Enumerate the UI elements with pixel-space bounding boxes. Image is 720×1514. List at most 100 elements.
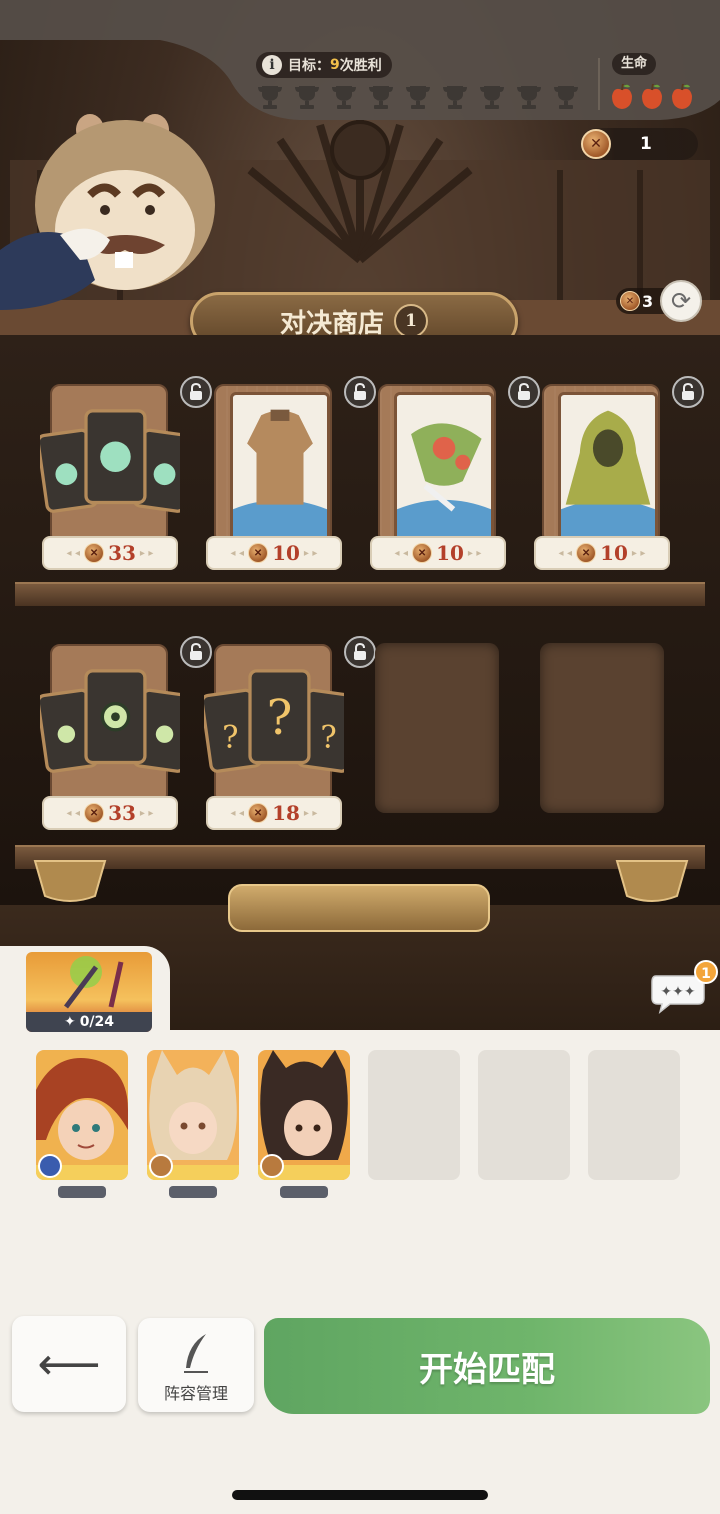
flower-bouquet-art [394,392,494,542]
life-label: 生命 [612,53,656,75]
goal-indicator: i 目标： 9 次胜利 [256,52,392,78]
shop-slot-leather-armor[interactable]: ◂ ◂ ✕ 10 ▸ ▸ [206,336,376,570]
coin-icon: ✕ [84,543,105,563]
apple-life-icon [642,83,662,109]
trophy-icon [443,86,467,109]
hero-progress-value: 0/24 [79,1014,115,1030]
price-tag[interactable]: ◂ ◂ ✕ 18 ▸ ▸ [206,796,342,830]
sword-emblem-icon [64,956,124,1009]
shop-slot-flower-bouquet[interactable]: ◂ ◂ ✕ 10 ▸ ▸ [370,336,540,570]
refresh-icon[interactable]: ⟳ [660,280,702,322]
svg-text:?: ? [320,720,336,755]
item-card[interactable] [542,384,660,544]
start-match-button[interactable]: 开始匹配 [264,1318,710,1414]
trophy-row [256,84,580,110]
class-icon [149,1154,173,1178]
price-value: 10 [436,541,464,565]
price-value: 18 [272,801,300,825]
shop-slot-leaf-cloak[interactable]: ◂ ◂ ✕ 10 ▸ ▸ [534,336,704,570]
goal-prefix: 目标： [288,58,330,74]
hero-slot-3[interactable] [258,1050,350,1180]
coin-icon: ✕ [581,129,611,159]
lock-icon[interactable] [344,636,376,668]
back-button[interactable]: ⟵ [12,1316,126,1412]
coin-icon: ✕ [576,543,597,563]
hero-slot-empty[interactable] [368,1050,460,1180]
refresh-cost-value: 3 [642,291,654,311]
price-tag[interactable]: ◂ ◂ ✕ 33 ▸ ▸ [42,536,178,570]
lock-icon[interactable] [672,376,704,408]
leather-armor-icon [233,396,327,538]
leaf-cloak-art [558,392,658,542]
price-tag[interactable]: ◂ ◂ ✕ 33 ▸ ▸ [42,796,178,830]
home-indicator[interactable] [232,1490,488,1500]
hero-level-bar [58,1186,106,1198]
price-tag[interactable]: ◂ ◂ ✕ 10 ▸ ▸ [206,536,342,570]
coin-icon: ✕ [412,543,433,563]
price-tag[interactable]: ◂ ◂ ✕ 10 ▸ ▸ [534,536,670,570]
start-match-label: 开始匹配 [419,1349,555,1390]
goal-suffix: 次胜利 [339,58,382,74]
empty-shelf-slot [540,643,664,813]
shop-slot-card-pack-eye[interactable]: ◂ ◂ ✕ 33 ▸ ▸ [40,596,212,830]
hero-slot-2[interactable] [147,1050,239,1180]
shop-slot-card-pack-mystery[interactable]: ??? ◂ ◂ ✕ 18 ▸ ▸ [204,596,376,830]
item-card[interactable] [40,384,180,544]
info-icon[interactable]: i [262,55,282,75]
trophy-icon [369,86,393,109]
coin-icon: ✕ [248,543,269,563]
leather-armor-art [230,392,330,542]
hero-level-bar [169,1186,217,1198]
shelf-board-2 [15,845,705,869]
apple-life-icon [612,83,632,109]
goal-number: 9 [330,57,340,73]
back-arrow-icon: ⟵ [37,1338,101,1390]
shop-title: 对决商店 [279,308,384,339]
refresh-control[interactable]: ✕ 3 ⟳ [616,280,706,322]
header-divider [598,58,600,110]
shopkeeper-hamster [0,114,215,310]
class-icon [260,1154,284,1178]
trophy-icon [517,86,541,109]
shop-level-badge: 1 [394,304,428,338]
coin-icon: ✕ [248,803,269,823]
item-card[interactable] [214,384,332,544]
apple-life-icon [672,83,692,109]
price-tag[interactable]: ◂ ◂ ✕ 10 ▸ ▸ [370,536,506,570]
empty-shelf-slot [375,643,499,813]
hero-progress-card[interactable]: ✦ 0/24 [26,952,152,1032]
hero-slot-1[interactable] [36,1050,128,1180]
card-pack-mystery-icon: ??? [204,669,344,773]
trophy-icon [406,86,430,109]
star-icon: ✦ [63,1014,76,1030]
trophy-icon [554,86,578,109]
item-card[interactable] [378,384,496,544]
coin-icon: ✕ [620,291,640,311]
brass-plate [228,884,490,932]
team-manage-label: 阵容管理 [163,1384,228,1403]
flower-bouquet-icon [397,396,491,538]
lives-row [610,82,694,110]
hero-progress-bar: ✦ 0/24 [26,1012,152,1032]
price-value: 10 [600,541,628,565]
svg-text:?: ? [267,690,293,746]
price-value: 33 [108,541,136,565]
notification-badge: 1 [694,960,718,984]
team-manage-button[interactable]: 阵容管理 [138,1318,254,1412]
item-card[interactable] [40,644,180,804]
leaf-cloak-icon [561,396,655,538]
trophy-icon [332,86,356,109]
quill-icon [184,1334,208,1373]
hero-slot-empty[interactable] [478,1050,570,1180]
coin-count: 1 [640,134,652,154]
item-card[interactable]: ??? [204,644,344,804]
price-value: 10 [272,541,300,565]
brass-latch-right [615,860,689,902]
price-value: 33 [108,801,136,825]
svg-text:?: ? [222,720,238,755]
svg-text:✦✦✦: ✦✦✦ [660,984,695,1000]
hero-slot-empty[interactable] [588,1050,680,1180]
shop-slot-card-pack-green[interactable]: ◂ ◂ ✕ 33 ▸ ▸ [40,336,212,570]
card-pack-green-icon [40,409,180,513]
class-icon [38,1154,62,1178]
